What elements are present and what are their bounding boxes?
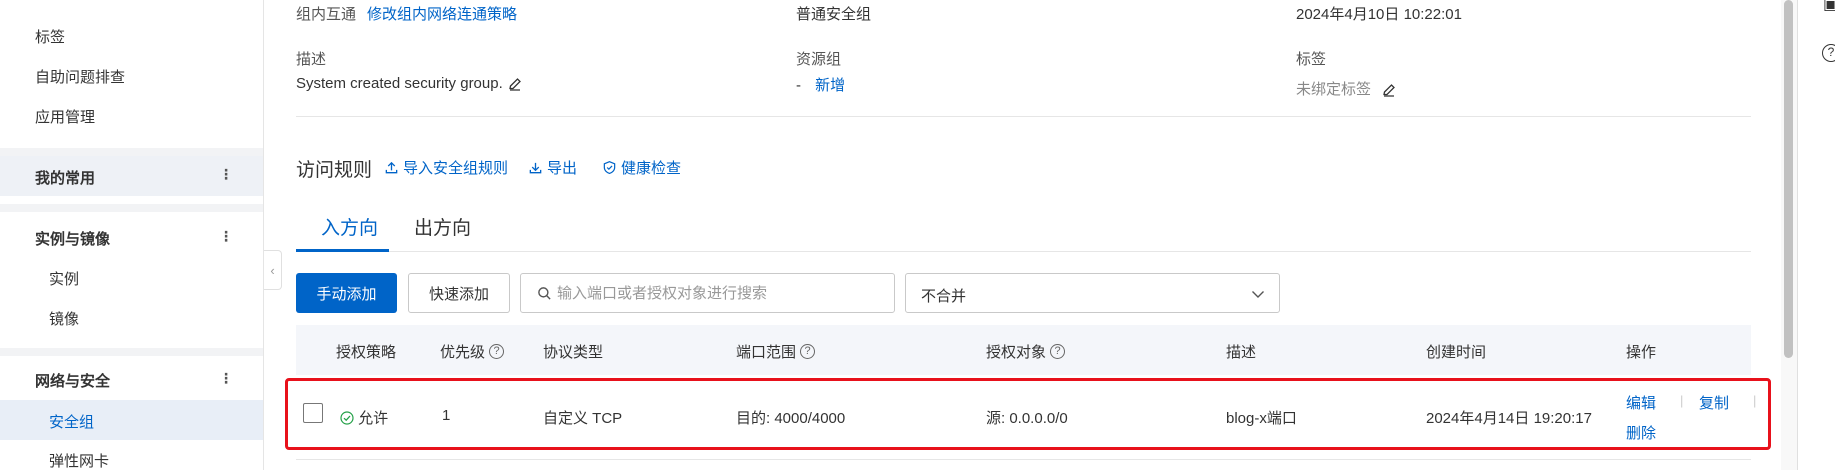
sidebar-divider xyxy=(0,204,263,212)
column-header-label: 授权策略 xyxy=(336,344,397,361)
sidebar-item-label: 自助问题排查 xyxy=(35,69,126,86)
import-rules-button[interactable]: 导入安全组规则 xyxy=(384,157,508,178)
console-page: · 标签 自助问题排查 应用管理 我的常用 ⋮ 实例与镜像 ⋮ 实例 镜像 网 xyxy=(0,0,1835,470)
add-resource-group-link[interactable]: 新增 xyxy=(815,77,845,94)
column-header-label: 协议类型 xyxy=(543,344,604,361)
chevron-down-icon xyxy=(1252,291,1264,298)
help-icon[interactable]: ? xyxy=(489,344,505,359)
export-button[interactable]: 导出 xyxy=(528,157,577,178)
column-header-label: 授权对象 xyxy=(986,344,1047,361)
highlight-box xyxy=(285,378,1771,450)
upload-icon xyxy=(385,161,398,174)
sidebar-item-troubleshoot[interactable]: 自助问题排查 xyxy=(0,66,263,90)
column-header-created: 创建时间 xyxy=(1426,341,1486,362)
tags-value: 未绑定标签 xyxy=(1296,78,1397,99)
sidebar-item-eni[interactable]: 弹性网卡 xyxy=(0,450,263,470)
search-box xyxy=(520,273,895,313)
sidebar-item-label: 安全组 xyxy=(49,414,95,431)
column-header-label: 优先级 xyxy=(440,344,486,361)
search-icon xyxy=(538,287,551,300)
column-header-source: 授权对象? xyxy=(986,341,1066,362)
tab-outbound[interactable]: 出方向 xyxy=(414,213,471,240)
shield-check-icon xyxy=(603,161,616,175)
tabs-divider xyxy=(296,251,1751,252)
health-check-button[interactable]: 健康检查 xyxy=(602,157,681,178)
sidebar-item-instances[interactable]: 实例 xyxy=(0,268,263,292)
row-divider xyxy=(296,459,1751,460)
sidebar: · 标签 自助问题排查 应用管理 我的常用 ⋮ 实例与镜像 ⋮ 实例 镜像 网 xyxy=(0,0,264,470)
tags-label: 标签 xyxy=(1296,51,1327,68)
description-value: System created security group. xyxy=(296,75,523,92)
sidebar-group-favorites[interactable]: 我的常用 ⋮ xyxy=(0,156,263,196)
health-check-label: 健康检查 xyxy=(621,160,682,177)
search-input[interactable] xyxy=(557,274,887,312)
divider xyxy=(296,116,1751,117)
sidebar-item-app-management[interactable]: 应用管理 xyxy=(0,106,263,130)
panel-icon[interactable]: ▣ xyxy=(1823,0,1835,14)
sidebar-divider xyxy=(0,148,263,156)
column-header-policy: 授权策略 xyxy=(336,341,396,362)
access-rules-title: 访问规则 xyxy=(296,160,373,181)
sidebar-item-label: 标签 xyxy=(35,29,66,46)
sidebar-item-tags[interactable]: 标签 xyxy=(0,26,263,50)
column-header-protocol: 协议类型 xyxy=(543,341,603,362)
sidebar-group-label: 我的常用 xyxy=(35,170,96,187)
created-time-value: 2024年4月10日 10:22:01 xyxy=(1296,6,1462,23)
help-icon[interactable]: ? xyxy=(800,344,816,359)
tags-text: 未绑定标签 xyxy=(1296,81,1372,98)
sidebar-item-security-groups[interactable]: 安全组 xyxy=(0,400,263,440)
sidebar-group-label: 网络与安全 xyxy=(35,373,111,390)
column-header-actions: 操作 xyxy=(1626,341,1656,362)
edit-icon[interactable] xyxy=(1381,82,1397,98)
download-icon xyxy=(529,162,542,174)
description-label: 描述 xyxy=(296,51,327,68)
table-header: 授权策略 优先级? 协议类型 端口范围? 授权对象? 描述 创建时间 操作 xyxy=(296,325,1751,375)
help-icon[interactable]: ? xyxy=(1050,344,1066,359)
sidebar-item-label: 实例 xyxy=(49,271,80,288)
scrollbar-thumb[interactable] xyxy=(1784,0,1793,358)
column-header-label: 描述 xyxy=(1226,344,1257,361)
group-type-value: 普通安全组 xyxy=(796,6,872,23)
more-vertical-icon[interactable]: ⋮ xyxy=(219,370,233,387)
sidebar-item-label: 弹性网卡 xyxy=(49,453,110,470)
modify-intra-group-policy-link[interactable]: 修改组内网络连通策略 xyxy=(367,3,517,24)
sidebar-item-images[interactable]: 镜像 xyxy=(0,308,263,332)
sidebar-item-label: 应用管理 xyxy=(35,109,96,126)
sidebar-group-label: 实例与镜像 xyxy=(35,231,111,248)
tab-inbound[interactable]: 入方向 xyxy=(321,213,378,240)
help-circle-icon[interactable]: ? xyxy=(1822,44,1835,62)
column-header-label: 操作 xyxy=(1626,344,1657,361)
resource-group-label: 资源组 xyxy=(796,51,842,68)
column-header-label: 端口范围 xyxy=(736,344,797,361)
quick-add-button[interactable]: 快速添加 xyxy=(408,273,510,313)
column-header-priority: 优先级? xyxy=(440,341,505,362)
column-header-port-range: 端口范围? xyxy=(736,341,816,362)
import-rules-label: 导入安全组规则 xyxy=(403,160,509,177)
merge-select[interactable]: 不合并 xyxy=(905,273,1280,313)
description-text: System created security group. xyxy=(296,75,503,92)
sidebar-group-network-security[interactable]: 网络与安全 ⋮ xyxy=(0,370,263,394)
column-header-label: 创建时间 xyxy=(1426,344,1487,361)
intra-group-label: 组内互通 xyxy=(296,6,357,23)
export-label: 导出 xyxy=(547,160,578,177)
right-toolbar xyxy=(1797,0,1835,470)
edit-icon[interactable] xyxy=(507,76,523,92)
column-header-description: 描述 xyxy=(1226,341,1256,362)
resource-group-value: - 新增 xyxy=(796,74,845,95)
manual-add-button[interactable]: 手动添加 xyxy=(296,273,397,313)
sidebar-item-label: 镜像 xyxy=(49,311,80,328)
merge-select-value: 不合并 xyxy=(921,288,967,305)
sidebar-item-partial[interactable]: · xyxy=(0,0,263,8)
sidebar-group-instances-images[interactable]: 实例与镜像 ⋮ xyxy=(0,228,263,252)
resource-group-dash: - xyxy=(796,77,801,94)
sidebar-divider xyxy=(0,348,263,356)
more-vertical-icon[interactable]: ⋮ xyxy=(219,228,233,245)
more-vertical-icon[interactable]: ⋮ xyxy=(219,166,233,183)
active-tab-indicator xyxy=(296,249,389,252)
